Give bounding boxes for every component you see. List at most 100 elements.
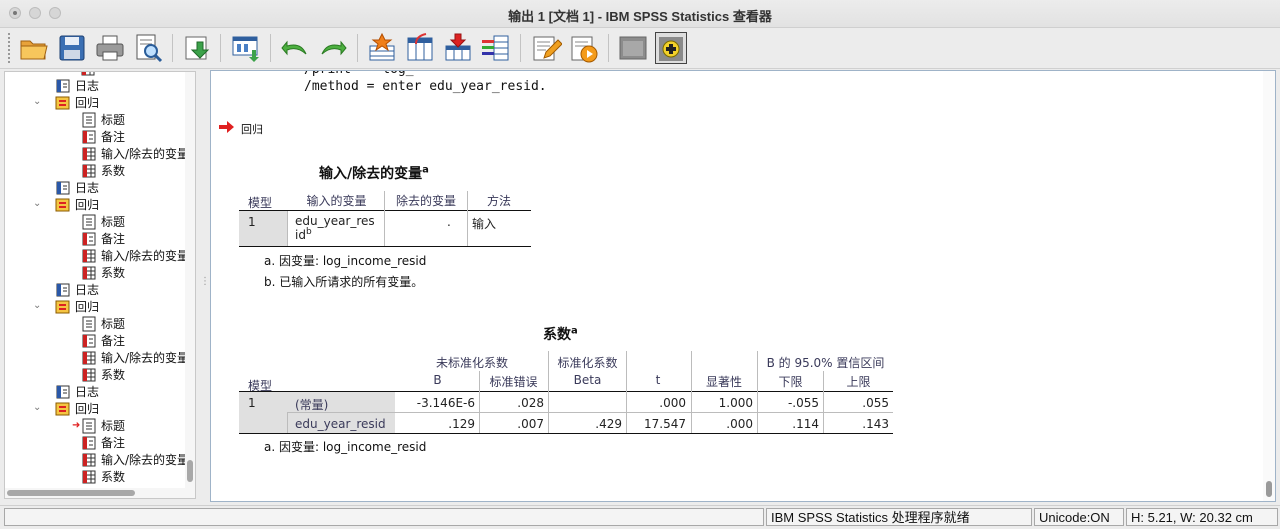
section-label: 回归 <box>241 123 263 136</box>
tree-item[interactable]: 备注 <box>81 128 125 145</box>
tree-item[interactable]: 标题 <box>81 417 125 434</box>
tree-item-label: 回归 <box>75 96 100 110</box>
table-icon <box>81 469 97 485</box>
toolbar-separator <box>357 34 358 62</box>
export-button[interactable] <box>180 32 212 64</box>
regression-icon <box>55 95 71 111</box>
entered-footnote-a: a. 因变量: log_income_resid <box>264 254 427 268</box>
header-entered: 输入的变量 <box>306 194 367 208</box>
tree-item-label: 备注 <box>101 232 126 246</box>
outline-vertical-scrollbar[interactable] <box>185 72 195 498</box>
collapse-chevron-icon[interactable]: ⌄ <box>33 301 43 311</box>
save-button[interactable] <box>56 32 88 64</box>
print-button[interactable] <box>94 32 126 64</box>
content-scroll-thumb[interactable] <box>1266 481 1272 497</box>
coef-cell-b: -3.146E-6 <box>416 396 475 410</box>
open-button[interactable] <box>18 32 50 64</box>
entered-table-title[interactable]: 输入/除去的变量a <box>319 163 429 183</box>
title-icon <box>81 316 97 332</box>
regression-icon <box>55 299 71 315</box>
coef-header-sig: 显著性 <box>705 375 742 389</box>
redo-button[interactable] <box>317 32 349 64</box>
header-model: 模型 <box>248 196 273 210</box>
method-cell: 输入 <box>472 217 497 231</box>
outline-horizontal-scrollbar[interactable] <box>5 488 195 498</box>
goto-variable-button[interactable] <box>404 32 436 64</box>
insert-cases-button[interactable] <box>442 32 474 64</box>
red-arrow-icon <box>219 121 234 133</box>
coef-cell-lower: .114 <box>792 417 819 431</box>
tree-item[interactable]: 备注 <box>81 434 125 451</box>
edit-syntax-icon <box>533 36 562 61</box>
tree-item[interactable]: 系数 <box>81 264 125 281</box>
toolbar-grip[interactable] <box>8 33 10 63</box>
designate-window-icon <box>619 36 647 60</box>
tree-item[interactable]: 日志 <box>55 281 99 298</box>
collapse-chevron-icon[interactable]: ⌄ <box>33 97 43 107</box>
variables-button[interactable] <box>480 32 512 64</box>
designate-window-button[interactable] <box>617 32 649 64</box>
tree-item[interactable]: 备注 <box>81 332 125 349</box>
entered-var-line1: edu_year_res <box>295 214 375 228</box>
tree-item[interactable]: 日志 <box>55 383 99 400</box>
syntax-line-partial: /print = log_ <box>304 71 429 77</box>
tree-item[interactable]: 系数 <box>81 366 125 383</box>
collapse-chevron-icon[interactable]: ⌄ <box>33 199 43 209</box>
tree-item[interactable]: 输入/除去的变量 <box>81 451 189 468</box>
create-output-button[interactable] <box>655 32 687 64</box>
undo-button[interactable] <box>279 32 311 64</box>
tree-item[interactable]: 标题 <box>81 315 125 332</box>
log-icon <box>55 78 71 94</box>
coef-cell-b: .129 <box>448 417 475 431</box>
status-bar: IBM SPSS Statistics 处理程序就绪 Unicode:ON H:… <box>0 505 1280 529</box>
tree-item[interactable]: 标题 <box>81 213 125 230</box>
tree-item[interactable]: 输入/除去的变量 <box>81 145 189 162</box>
tree-item-label: 回归 <box>75 402 100 416</box>
tree-item[interactable]: 日志 <box>55 77 99 94</box>
output-content-pane[interactable]: /print = log_ /method = enter edu_year_r… <box>210 70 1276 502</box>
content-vertical-scrollbar[interactable] <box>1263 71 1275 501</box>
toolbar-separator <box>520 34 521 62</box>
goto-case-button[interactable] <box>366 32 398 64</box>
toolbar <box>0 28 1280 69</box>
tree-item[interactable]: 回归 <box>55 196 99 213</box>
pane-splitter[interactable] <box>198 71 210 501</box>
coef-header-lower: 下限 <box>778 375 803 389</box>
tree-item[interactable]: 备注 <box>81 230 125 247</box>
run-script-button[interactable] <box>568 32 600 64</box>
tree-item-label: 备注 <box>101 334 126 348</box>
tree-item[interactable]: 回归 <box>55 94 99 111</box>
tree-item-label: 回归 <box>75 300 100 314</box>
tree-item[interactable]: 系数 <box>81 162 125 179</box>
print-preview-icon <box>136 34 163 63</box>
outline-pane[interactable]: 日志 回归 ⌄ 标题 备注 输入/除去的变量 系数 日志 回归 ⌄ 标题 备注 输入/除去的变量 系数 日志… <box>4 71 196 499</box>
tree-item[interactable]: 日志 <box>55 179 99 196</box>
coef-table-title[interactable]: 系数a <box>543 324 578 344</box>
redo-icon <box>321 40 347 56</box>
toolbar-separator <box>270 34 271 62</box>
coef-cell-sig: .000 <box>726 417 753 431</box>
tree-item-label: 标题 <box>101 113 126 127</box>
coef-cell-t: .000 <box>659 396 686 410</box>
log-icon <box>55 384 71 400</box>
tree-item-label: 回归 <box>75 198 100 212</box>
table-icon <box>80 72 96 77</box>
tree-item[interactable]: 标题 <box>81 111 125 128</box>
unicode-status: Unicode:ON <box>1034 508 1124 526</box>
outline-vscroll-thumb[interactable] <box>187 460 193 482</box>
coef-cell-se: .007 <box>517 417 544 431</box>
print-preview-button[interactable] <box>132 32 164 64</box>
tree-item[interactable]: 回归 <box>55 400 99 417</box>
outline-hscroll-thumb[interactable] <box>7 490 135 496</box>
goto-data-button[interactable] <box>230 32 262 64</box>
tree-item[interactable]: 系数 <box>81 468 125 485</box>
regression-icon <box>55 401 71 417</box>
collapse-chevron-icon[interactable]: ⌄ <box>33 403 43 413</box>
tree-item[interactable]: 回归 <box>55 298 99 315</box>
tree-item[interactable]: 输入/除去的变量 <box>81 247 189 264</box>
tree-item-label: 备注 <box>101 130 126 144</box>
edit-syntax-button[interactable] <box>530 32 562 64</box>
tree-item-label: 备注 <box>101 436 126 450</box>
tree-item[interactable]: 输入/除去的变量 <box>81 349 189 366</box>
log-icon <box>55 180 71 196</box>
